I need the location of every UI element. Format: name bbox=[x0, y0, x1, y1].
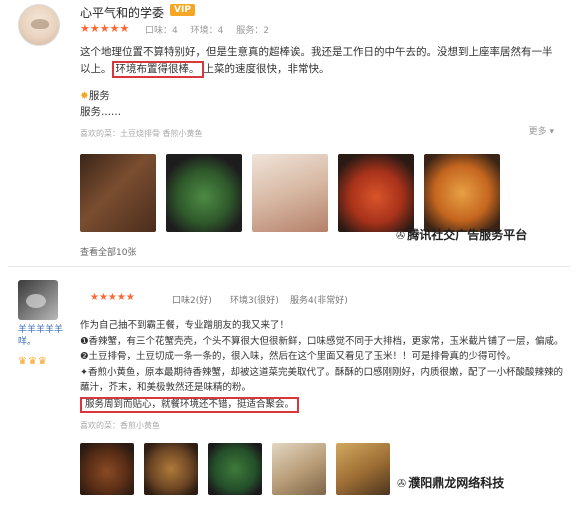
score-service: 服务4(非常好) bbox=[290, 296, 348, 306]
photo-thumbnail[interactable] bbox=[338, 154, 414, 232]
wechat-icon: ✇ bbox=[396, 229, 406, 242]
highlighted-sentence: 环境布置得很棒。 bbox=[111, 61, 204, 78]
review-text: 作为自己抽不到霸王餐，专业蹭朋友的我又来了！ ❶香辣蟹，有三个花蟹壳壳，个头不算… bbox=[80, 318, 570, 413]
photo-thumbnail[interactable] bbox=[80, 443, 134, 495]
service-text: 服务...... bbox=[80, 106, 122, 118]
vip-badge: VIP bbox=[170, 4, 195, 16]
score-environment: 环境：4 bbox=[190, 26, 224, 36]
username[interactable]: 羊羊羊羊羊咩。 bbox=[18, 324, 70, 348]
review-line: ❶香辣蟹，有三个花蟹壳壳，个头不算很大但很新鲜，口味感觉不同于大排档，更家常，玉… bbox=[80, 335, 564, 347]
wechat-icon: ✇ bbox=[397, 477, 407, 490]
score-taste: 口味2(好) bbox=[172, 296, 212, 306]
review-line: ❷土豆排骨，土豆切成一条一条的，很入味，然后在这个里面又看见了玉米！！可是排骨真… bbox=[80, 351, 517, 362]
see-all-photos-link[interactable]: 查看全部10张 bbox=[80, 245, 136, 258]
review-line: ✦香煎小黄鱼，原本最期待香辣蟹，却被这道菜完美取代了。酥酥的口感刚刚好，内质很嫩… bbox=[80, 366, 563, 394]
star-icon: ✸ bbox=[80, 90, 89, 102]
favorite-dishes: 喜欢的菜：香煎小黄鱼 bbox=[80, 421, 160, 430]
photo-thumbnail[interactable] bbox=[252, 154, 328, 232]
photo-thumbnail[interactable] bbox=[166, 154, 242, 232]
score-taste: 口味：4 bbox=[145, 26, 178, 36]
more-button[interactable]: 更多 ▾ bbox=[529, 124, 554, 137]
photo-thumbnail[interactable] bbox=[272, 443, 326, 495]
avatar[interactable] bbox=[18, 280, 58, 320]
review-card-1: 心平气和的学委 VIP ★★★★★ 口味：4 环境：4 服务：2 这个地理位置不… bbox=[0, 0, 578, 262]
avatar[interactable] bbox=[18, 4, 60, 46]
score-service: 服务：2 bbox=[236, 26, 269, 36]
photo-thumbnail[interactable] bbox=[80, 154, 156, 232]
highlighted-sentence: 服务周到而贴心，就餐环境还不错，挺适合聚会。 bbox=[80, 396, 300, 413]
watermark: ✇ 腾讯社交广告服务平台 bbox=[396, 228, 528, 242]
photo-thumbnail[interactable] bbox=[144, 443, 198, 495]
rating-bar: ★★★★★ 口味2(好) 环境3(很好) 服务4(非常好) bbox=[80, 292, 576, 306]
service-section-title: ✸服务 bbox=[80, 90, 110, 102]
sub-scores: 口味：4 环境：4 服务：2 bbox=[145, 23, 277, 36]
username[interactable]: 心平气和的学委 bbox=[80, 4, 164, 21]
review-line: 作为自己抽不到霸王餐，专业蹭朋友的我又来了！ bbox=[80, 320, 290, 331]
watermark: ✇ 濮阳鼎龙网络科技 bbox=[397, 476, 505, 490]
review-text-part2: 上菜的速度很快，非常快。 bbox=[203, 63, 330, 75]
photo-thumbnail[interactable] bbox=[424, 154, 500, 232]
score-environment: 环境3(很好) bbox=[230, 296, 279, 306]
photo-thumbnail[interactable] bbox=[336, 443, 390, 495]
divider bbox=[8, 266, 570, 267]
favorite-dishes: 喜欢的菜：土豆烧排骨 香煎小黄鱼 bbox=[80, 129, 203, 138]
user-level-badges: ♛♛♛ bbox=[18, 356, 48, 367]
review-text: 这个地理位置不算特别好，但是生意真的超棒诶。我还是工作日的中午去的。没想到上座率… bbox=[80, 44, 560, 78]
star-rating: ★★★★★ bbox=[90, 292, 135, 303]
photo-thumbnail[interactable] bbox=[208, 443, 262, 495]
star-rating: ★★★★★ bbox=[80, 22, 130, 35]
